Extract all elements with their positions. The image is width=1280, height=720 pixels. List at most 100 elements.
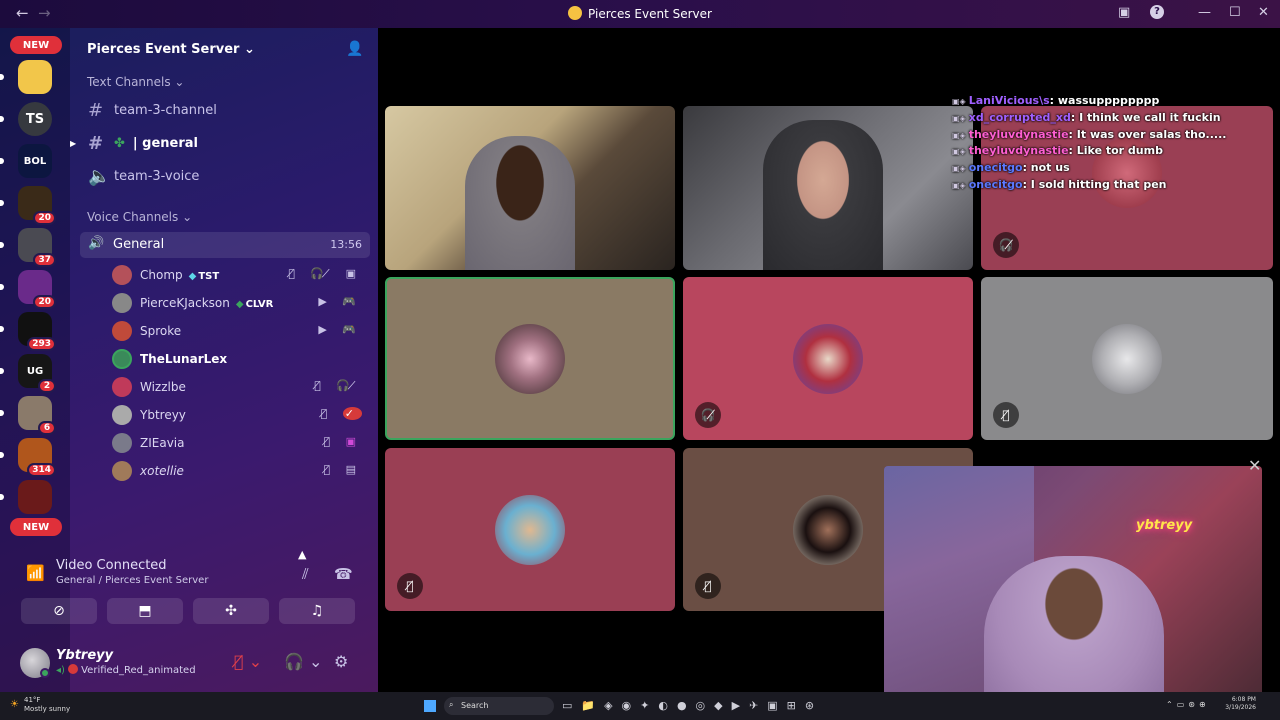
server-icon-1[interactable]: TS (0, 102, 52, 136)
new-badge: NEW (10, 36, 62, 54)
chat-message: ▣◈ LaniVicious\s: wassupppppppp (952, 94, 1242, 111)
channel-team-3-channel[interactable]: # team-3-channel (88, 100, 217, 121)
speaker-icon: 🔈 (88, 166, 111, 187)
server-icon-8[interactable]: 6 (0, 396, 56, 435)
server-icon-4[interactable]: 37 (0, 228, 56, 267)
server-avatar (18, 480, 52, 514)
channel-general[interactable]: # ✤ | general (88, 133, 198, 154)
weather-widget[interactable]: 41°F Mostly sunny (24, 696, 70, 714)
voice-location-text[interactable]: General / Pierces Event Server (56, 575, 208, 586)
settings-gear-icon[interactable]: ⚙ (334, 652, 348, 671)
username[interactable]: Ybtreyy (56, 648, 113, 663)
maximize-icon[interactable]: ☐ (1229, 5, 1241, 20)
server-icon-2[interactable]: BOL (0, 144, 52, 178)
mention-badge: 20 (33, 295, 56, 309)
server-icon-10[interactable] (0, 480, 52, 514)
member-thelunarlex[interactable]: TheLunarLex (112, 349, 362, 371)
mic-muted-icon: 🎙̸ (993, 402, 1019, 428)
channel-team-3-voice[interactable]: 🔈 team-3-voice (88, 166, 199, 187)
activities-icon: ✣ (225, 603, 237, 619)
member-wizzlbe[interactable]: Wizzlbe 🎙̸ 🎧̸ (112, 377, 362, 399)
mention-badge: 2 (38, 379, 56, 393)
participant-video (763, 120, 883, 270)
hash-icon: # (88, 133, 104, 154)
video-activity-icons: ▶ 🎮 (318, 323, 362, 336)
noise-suppression-icon[interactable]: ⫽ (302, 565, 309, 583)
camera-off-icon: ⊘ (53, 603, 65, 619)
camera-off-button[interactable]: ⊘ (21, 598, 97, 624)
video-tile-camera-2[interactable] (683, 106, 973, 270)
voice-channel-general[interactable]: 🔊 General 13:56 (80, 232, 370, 258)
close-popout-icon[interactable]: ✕ (1248, 456, 1261, 475)
member-xotellie[interactable]: xotellie 🎙̸ ▤ (112, 461, 362, 483)
member-zleavia[interactable]: ZIEavia 🎙̸ ▣ (112, 433, 362, 455)
verified-icon (68, 664, 79, 674)
close-window-icon[interactable]: ✕ (1258, 5, 1269, 20)
video-tile-avatar-3[interactable]: 🎧̸ (683, 277, 973, 440)
video-tile-camera-1[interactable] (385, 106, 675, 270)
pinned-apps[interactable]: ▭📁◈◉✦◐●◎◆▶✈▣⊞⊛ (562, 699, 823, 712)
hash-icon: # (88, 100, 104, 121)
soundboard-button[interactable]: ♫ (279, 598, 355, 624)
voice-channels-category[interactable]: Voice Channels ⌄ (87, 210, 192, 224)
server-name-header[interactable]: Pierces Event Server ⌄ (87, 42, 255, 57)
member-sproke[interactable]: Sproke ▶ 🎮 (112, 321, 362, 343)
mention-badge: 293 (27, 337, 56, 351)
server-icon-7[interactable]: UG 2 (0, 354, 56, 393)
deafened-icon: 🎧̸ (695, 402, 721, 428)
taskbar-search[interactable]: ⌕ Search (444, 697, 554, 715)
mute-deafen-icons: 🎙̸ 🎧̸ (314, 379, 362, 392)
clover-icon: ✤ (114, 136, 125, 151)
chat-username: xd_corrupted_xd (968, 110, 1071, 124)
server-avatar (18, 60, 52, 94)
unread-indicator (0, 158, 4, 164)
chat-text: : not us (1022, 161, 1070, 175)
server-icon-0[interactable] (0, 60, 52, 94)
screen-share-icon: ⬒ (138, 603, 152, 619)
member-chomp[interactable]: Chomp ◆ TST 🎙̸ 🎧̸ ▣ (112, 265, 362, 287)
stream-chat-overlay: ▣◈ LaniVicious\s: wassupppppppp ▣◈ xd_corru… (952, 94, 1242, 195)
unread-indicator (0, 326, 4, 332)
member-name: Chomp (140, 268, 183, 282)
signal-icon[interactable]: 📶 (26, 564, 45, 582)
voice-channel-time: 13:56 (330, 238, 362, 251)
server-icon-5[interactable]: 20 (0, 270, 56, 309)
headphones-icon[interactable]: 🎧 ⌄ (284, 652, 322, 671)
server-icon-9[interactable]: 314 (0, 438, 56, 477)
add-member-icon[interactable]: 👤 (346, 41, 363, 57)
chat-message: ▣◈ xd_corrupted_xd: I think we call it fu… (952, 111, 1242, 128)
voice-status-text[interactable]: Video Connected (56, 558, 167, 573)
disconnect-icon[interactable]: ☎ (334, 565, 353, 583)
server-icon-6[interactable]: 293 (0, 312, 56, 351)
user-panel: Ybtreyy ◂) Verified_Red_animated 🎙̸ ⌄ 🎧 … (0, 640, 378, 692)
unread-indicator (0, 284, 4, 290)
chat-message: ▣◈ onecitgo: I sold hitting that pen (952, 178, 1242, 195)
windows-start-icon[interactable] (424, 700, 436, 712)
text-channels-category[interactable]: Text Channels ⌄ (87, 75, 184, 89)
video-tile-avatar-4[interactable]: 🎙̸ (981, 277, 1273, 440)
member-ybtreyy[interactable]: Ybtreyy 🎙̸ ✓ (112, 405, 362, 427)
mention-badge: 20 (33, 211, 56, 225)
user-status: ◂) Verified_Red_animated (56, 664, 196, 676)
member-name: TheLunarLex (140, 352, 228, 366)
minimize-icon[interactable]: — (1198, 5, 1211, 20)
clock[interactable]: 6:08 PM 3/19/2026 (1225, 696, 1256, 712)
server-avatar: BOL (18, 144, 52, 178)
member-piercekjackson[interactable]: PierceKJackson ◆ CLVR ▶ 🎮 (112, 293, 362, 315)
server-icon-3[interactable]: 20 (0, 186, 56, 225)
member-name: Sproke (140, 324, 182, 338)
chat-badge-icon: ▣◈ (952, 180, 966, 190)
video-tile-avatar-5[interactable]: 🎙̸ (385, 448, 675, 611)
mic-muted-icon[interactable]: 🎙̸ ⌄ (234, 652, 262, 671)
unread-indicator (0, 200, 4, 206)
screen-share-button[interactable]: ⬒ (107, 598, 183, 624)
mute-activity-icons: 🎙̸ ▣ (323, 435, 362, 448)
activities-button[interactable]: ✣ (193, 598, 269, 624)
chat-text: : I think we call it fuckin (1070, 110, 1221, 124)
system-tray-icons[interactable]: ⌃▭⊛⊕ (1166, 700, 1210, 709)
inbox-icon[interactable]: ▣ (1118, 5, 1130, 20)
chat-text: : Like tor dumb (1068, 144, 1163, 158)
video-tile-avatar-2[interactable] (385, 277, 675, 440)
help-icon[interactable]: ? (1150, 5, 1164, 19)
streamer-webcam-overlay: ybtreyy (884, 466, 1262, 702)
